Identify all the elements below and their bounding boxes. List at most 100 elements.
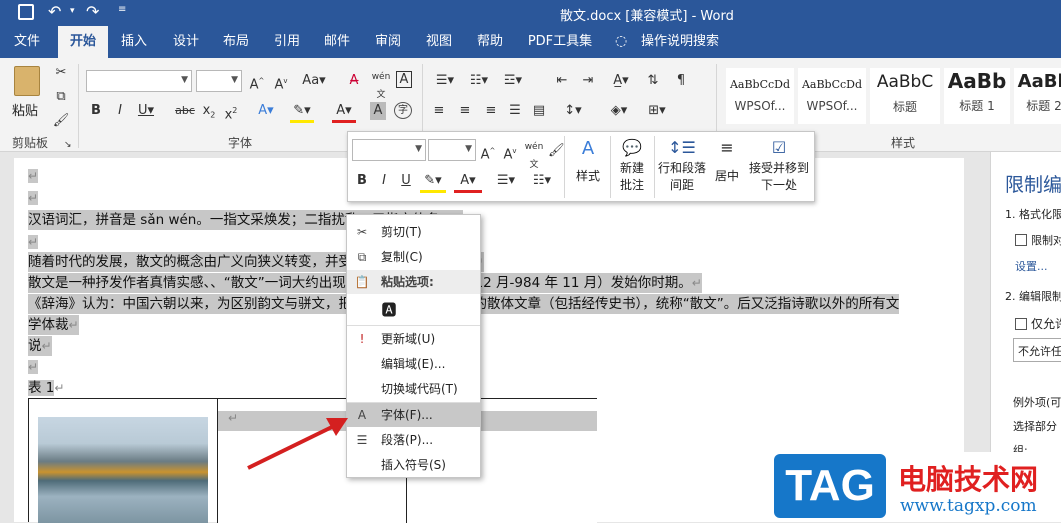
line-spacing-icon[interactable]: ↕▾ bbox=[558, 102, 588, 120]
allow-only-checkbox[interactable] bbox=[1015, 318, 1027, 330]
align-center-icon[interactable]: ≡ bbox=[456, 102, 474, 120]
title-bar: ↶ ▾ ↷ ≡ 散文.docx [兼容模式] - Word bbox=[0, 0, 1061, 26]
mini-bold-icon[interactable]: B bbox=[354, 172, 370, 190]
bold-icon[interactable]: B bbox=[88, 102, 104, 120]
landscape-image[interactable] bbox=[38, 417, 208, 523]
menu-item-update-field[interactable]: ! 更新域(U) bbox=[347, 327, 480, 351]
align-left-icon[interactable]: ≡ bbox=[430, 102, 448, 120]
center-button[interactable]: ≡ 居中 bbox=[710, 136, 744, 198]
accept-and-next-button[interactable]: ☑ 接受并移到 下一处 bbox=[746, 136, 812, 198]
mini-italic-icon[interactable]: I bbox=[376, 172, 392, 190]
show-marks-icon[interactable]: ¶ bbox=[672, 72, 690, 90]
enclose-characters-icon[interactable]: 字 bbox=[394, 102, 412, 119]
mini-numbering-icon[interactable]: ☷▾ bbox=[528, 172, 556, 190]
tab-references[interactable]: 引用 bbox=[265, 26, 309, 58]
redo-icon[interactable]: ↷ bbox=[86, 2, 99, 21]
menu-item-toggle-field-codes[interactable]: 切换域代码(T) bbox=[347, 377, 480, 401]
italic-icon[interactable]: I bbox=[112, 102, 128, 120]
asian-layout-icon[interactable]: A̲▾ bbox=[606, 72, 636, 90]
new-comment-button[interactable]: 💬 新建 批注 bbox=[612, 136, 652, 198]
undo-icon[interactable]: ↶ bbox=[48, 2, 61, 21]
tab-layout[interactable]: 布局 bbox=[214, 26, 258, 58]
style-tile-heading[interactable]: AaBbC 标题 bbox=[870, 68, 940, 124]
mini-bullets-icon[interactable]: ☰▾ bbox=[492, 172, 520, 190]
tab-review[interactable]: 审阅 bbox=[366, 26, 410, 58]
mini-font-name-combo[interactable]: ▼ bbox=[352, 139, 426, 161]
bullets-icon[interactable]: ☰▾ bbox=[430, 72, 460, 90]
tab-insert[interactable]: 插入 bbox=[112, 26, 156, 58]
mini-font-color-icon[interactable]: A▾ bbox=[454, 172, 482, 193]
superscript-icon[interactable]: x2 bbox=[222, 102, 240, 124]
numbering-icon[interactable]: ☷▾ bbox=[464, 72, 494, 90]
style-tile-heading-1[interactable]: AaBb 标题 1 bbox=[944, 68, 1010, 124]
font-size-combo[interactable]: ▼ bbox=[196, 70, 242, 92]
style-tile-heading-2[interactable]: AaBb 标题 2 bbox=[1014, 68, 1061, 124]
format-painter-icon[interactable]: 🖌 bbox=[52, 112, 70, 130]
tab-design[interactable]: 设计 bbox=[164, 26, 208, 58]
increase-indent-icon[interactable]: ⇥ bbox=[578, 72, 598, 90]
menu-item-edit-field[interactable]: 编辑域(E)... bbox=[347, 352, 480, 376]
cut-icon[interactable]: ✂ bbox=[52, 64, 70, 82]
character-border-icon[interactable]: A bbox=[396, 71, 412, 88]
menu-item-cut[interactable]: ✂ 剪切(T) bbox=[347, 220, 480, 244]
settings-link[interactable]: 设置... bbox=[1015, 258, 1048, 274]
site-watermark: TAG 电脑技术网 www.tagxp.com bbox=[772, 452, 1061, 522]
mini-highlight-icon[interactable]: ✎▾ bbox=[420, 172, 446, 193]
decrease-indent-icon[interactable]: ⇤ bbox=[552, 72, 572, 90]
paste-keep-text-only-button[interactable]: 🅰 bbox=[377, 297, 401, 323]
phonetic-guide-icon[interactable]: wén 文 bbox=[370, 68, 392, 104]
limit-formatting-checkbox[interactable] bbox=[1015, 234, 1027, 246]
font-color-icon[interactable]: A▾ bbox=[332, 102, 356, 123]
edit-type-select[interactable]: 不允许任 bbox=[1013, 338, 1061, 362]
tab-home[interactable]: 开始 bbox=[58, 26, 108, 58]
customize-qat-icon[interactable]: ≡ bbox=[118, 4, 126, 15]
tell-me-search[interactable]: 操作说明搜索 bbox=[638, 26, 722, 58]
tab-file[interactable]: 文件 bbox=[0, 26, 54, 58]
mini-styles-button[interactable]: A 样式 bbox=[570, 136, 606, 198]
borders-icon[interactable]: ⊞▾ bbox=[642, 102, 672, 120]
table-cell-image[interactable] bbox=[29, 399, 218, 523]
character-shading-icon[interactable]: A bbox=[370, 102, 386, 120]
tab-help[interactable]: 帮助 bbox=[468, 26, 512, 58]
menu-item-font[interactable]: A 字体(F)... bbox=[347, 403, 480, 427]
tab-mailings[interactable]: 邮件 bbox=[315, 26, 359, 58]
tab-view[interactable]: 视图 bbox=[417, 26, 461, 58]
justify-icon[interactable]: ☰ bbox=[506, 102, 524, 120]
shrink-font-icon[interactable]: Av bbox=[272, 72, 290, 94]
subscript-icon[interactable]: x2 bbox=[200, 102, 218, 125]
distributed-icon[interactable]: ▤ bbox=[530, 102, 548, 120]
save-icon[interactable] bbox=[18, 4, 34, 20]
style-tile-wpsoffice-1[interactable]: AaBbCcDd WPSOf... bbox=[726, 68, 794, 124]
strikethrough-icon[interactable]: abc bbox=[174, 102, 196, 120]
tab-pdf-tools[interactable]: PDF工具集 bbox=[522, 26, 598, 58]
sort-icon[interactable]: ⇅ bbox=[644, 72, 662, 90]
menu-item-insert-symbol[interactable]: 插入符号(S) bbox=[347, 453, 480, 477]
styles-label: 样式 bbox=[575, 169, 600, 183]
shading-icon[interactable]: ◈▾ bbox=[604, 102, 634, 120]
menu-item-copy[interactable]: ⧉ 复制(C) bbox=[347, 245, 480, 269]
mini-grow-font-icon[interactable]: A^ bbox=[480, 142, 496, 164]
paste-button[interactable]: 粘贴 bbox=[8, 62, 48, 122]
multilevel-list-icon[interactable]: ☲▾ bbox=[498, 72, 528, 90]
style-name: 标题 1 bbox=[959, 99, 995, 113]
mini-phonetic-icon[interactable]: wén 文 bbox=[524, 138, 544, 174]
clear-formatting-icon[interactable]: A̶ bbox=[345, 72, 363, 90]
align-right-icon[interactable]: ≡ bbox=[482, 102, 500, 120]
change-case-icon[interactable]: Aa▾ bbox=[300, 72, 328, 90]
undo-dropdown-icon[interactable]: ▾ bbox=[70, 6, 75, 16]
highlight-color-icon[interactable]: ✎▾ bbox=[290, 102, 314, 123]
style-tile-wpsoffice-2[interactable]: AaBbCcDd WPSOf... bbox=[798, 68, 866, 124]
menu-item-paragraph[interactable]: ☰ 段落(P)... bbox=[347, 428, 480, 452]
style-name: 标题 bbox=[892, 100, 917, 114]
underline-icon[interactable]: U▾ bbox=[134, 102, 158, 120]
watermark-logo: TAG bbox=[774, 454, 886, 518]
font-name-combo[interactable]: ▼ bbox=[86, 70, 192, 92]
mini-shrink-font-icon[interactable]: Av bbox=[502, 142, 518, 164]
text-effects-icon[interactable]: A▾ bbox=[254, 102, 278, 120]
copy-icon[interactable]: ⧉ bbox=[52, 88, 70, 106]
line-paragraph-spacing-button[interactable]: ↕☰ 行和段落 间距 bbox=[654, 136, 710, 198]
mini-font-size-combo[interactable]: ▼ bbox=[428, 139, 476, 161]
grow-font-icon[interactable]: A^ bbox=[248, 72, 266, 94]
mini-underline-icon[interactable]: U bbox=[398, 172, 414, 190]
mini-format-painter-icon[interactable]: 🖌 bbox=[548, 142, 565, 160]
